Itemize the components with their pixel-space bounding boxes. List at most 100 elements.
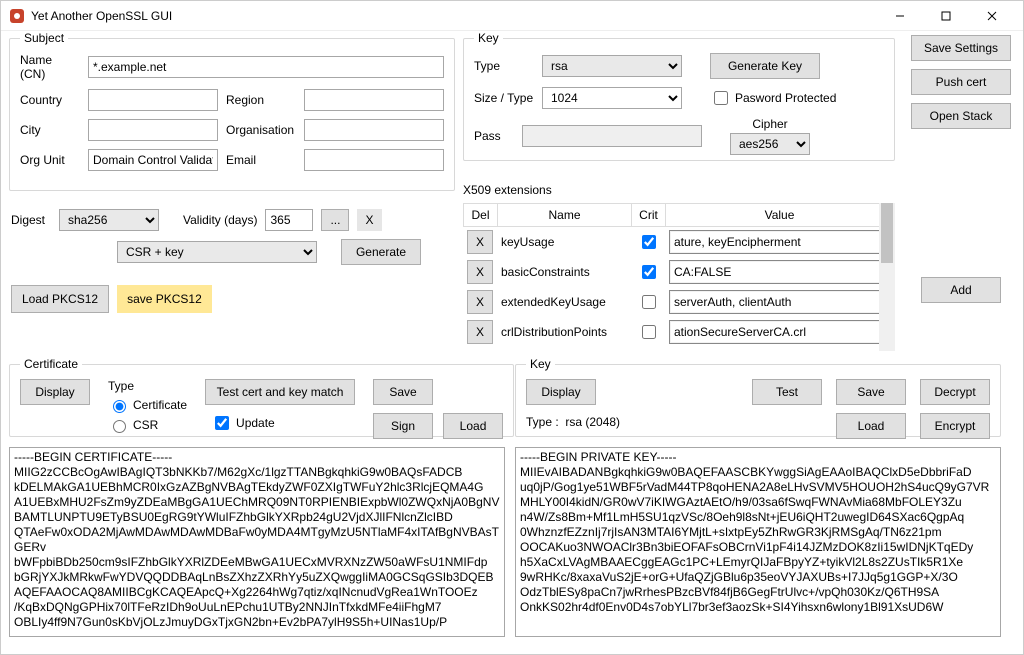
cipher-label: Cipher — [752, 117, 787, 131]
city-input[interactable] — [88, 119, 218, 141]
key-decrypt-button[interactable]: Decrypt — [920, 379, 990, 405]
cert-sign-button[interactable]: Sign — [373, 413, 433, 439]
key-legend: Key — [474, 31, 503, 45]
ext-value-input[interactable] — [669, 290, 889, 314]
key-type-value: rsa (2048) — [565, 415, 620, 429]
cert-type-label: Type — [108, 379, 187, 393]
key-display-button[interactable]: Display — [526, 379, 596, 405]
ext-row: XcrlDistributionPoints — [463, 317, 895, 347]
cert-load-button[interactable]: Load — [443, 413, 503, 439]
validity-input[interactable] — [265, 209, 313, 231]
country-input[interactable] — [88, 89, 218, 111]
pw-protected-checkbox[interactable] — [714, 91, 728, 105]
validity-browse-button[interactable]: ... — [321, 209, 349, 231]
country-label: Country — [20, 93, 80, 107]
app-window: Yet Another OpenSSL GUI Save Settings Pu… — [0, 0, 1024, 655]
key-group: Key Type rsa Generate Key Size / Type 10… — [463, 31, 895, 161]
close-button[interactable] — [969, 1, 1015, 31]
test-match-button[interactable]: Test cert and key match — [205, 379, 355, 405]
ext-row: XkeyUsage — [463, 227, 895, 257]
minimize-button[interactable] — [877, 1, 923, 31]
save-settings-button[interactable]: Save Settings — [911, 35, 1011, 61]
ext-name: basicConstraints — [497, 265, 631, 279]
title-bar: Yet Another OpenSSL GUI — [1, 1, 1023, 31]
ext-scroll-thumb[interactable] — [881, 203, 893, 263]
pass-input[interactable] — [522, 125, 702, 147]
cn-label: Name (CN) — [20, 53, 80, 81]
cert-legend: Certificate — [20, 357, 82, 371]
key-type-label: Type — [474, 59, 534, 73]
digest-label: Digest — [11, 213, 51, 227]
ext-col-del: Del — [464, 204, 498, 226]
ext-scrollbar[interactable] — [879, 203, 895, 351]
org-label: Organisation — [226, 123, 296, 137]
ext-del-button[interactable]: X — [467, 320, 493, 344]
key-encrypt-button[interactable]: Encrypt — [920, 413, 990, 439]
key-panel-legend: Key — [526, 357, 555, 371]
region-input[interactable] — [304, 89, 444, 111]
maximize-button[interactable] — [923, 1, 969, 31]
cert-panel: Certificate Display Type Certificate CSR… — [9, 357, 514, 437]
ext-del-button[interactable]: X — [467, 290, 493, 314]
cert-text-area[interactable]: -----BEGIN CERTIFICATE----- MIIG2zCCBcOg… — [9, 447, 505, 637]
validity-clear-button[interactable]: X — [357, 209, 381, 231]
ext-value-input[interactable] — [669, 260, 889, 284]
content-area: Save Settings Push cert Open Stack Subje… — [1, 31, 1023, 654]
cert-display-button[interactable]: Display — [20, 379, 90, 405]
key-size-label: Size / Type — [474, 91, 534, 105]
ext-col-crit: Crit — [632, 204, 666, 226]
ext-value-input[interactable] — [669, 230, 889, 254]
app-icon — [9, 8, 25, 24]
open-stack-button[interactable]: Open Stack — [911, 103, 1011, 129]
ext-row: XextendedKeyUsage — [463, 287, 895, 317]
key-type-select[interactable]: rsa — [542, 55, 682, 77]
ext-del-button[interactable]: X — [467, 260, 493, 284]
load-pkcs12-button[interactable]: Load PKCS12 — [11, 285, 109, 313]
org-input[interactable] — [304, 119, 444, 141]
orgunit-label: Org Unit — [20, 153, 80, 167]
ext-col-value: Value — [666, 204, 894, 226]
generate-button[interactable]: Generate — [341, 239, 421, 265]
ext-row: XbasicConstraints — [463, 257, 895, 287]
push-cert-button[interactable]: Push cert — [911, 69, 1011, 95]
ext-crit-checkbox[interactable] — [642, 265, 656, 279]
key-save-button[interactable]: Save — [836, 379, 906, 405]
key-size-select[interactable]: 1024 — [542, 87, 682, 109]
subject-legend: Subject — [20, 31, 68, 45]
ext-crit-checkbox[interactable] — [642, 295, 656, 309]
pw-protected-check[interactable]: Pasword Protected — [710, 88, 836, 108]
cert-type-cert[interactable]: Certificate — [108, 397, 187, 413]
key-test-button[interactable]: Test — [752, 379, 822, 405]
ext-table: Del Name Crit Value XkeyUsageXbasicConst… — [463, 203, 895, 351]
key-panel: Key Display Type : rsa (2048) Test Save … — [515, 357, 1001, 437]
ext-name: extendedKeyUsage — [497, 295, 631, 309]
update-check[interactable]: Update — [211, 413, 355, 433]
mode-select[interactable]: CSR + key — [117, 241, 317, 263]
subject-group: Subject Name (CN) Country Region City Or… — [9, 31, 455, 191]
generate-key-button[interactable]: Generate Key — [710, 53, 820, 79]
ext-header: Del Name Crit Value — [463, 203, 895, 227]
key-type-readonly-label: Type : — [526, 415, 559, 429]
ext-del-button[interactable]: X — [467, 230, 493, 254]
cn-input[interactable] — [88, 56, 444, 78]
city-label: City — [20, 123, 80, 137]
email-input[interactable] — [304, 149, 444, 171]
ext-value-input[interactable] — [669, 320, 889, 344]
ext-col-name: Name — [498, 204, 632, 226]
ext-label: X509 extensions — [463, 183, 895, 197]
key-load-button[interactable]: Load — [836, 413, 906, 439]
ext-crit-checkbox[interactable] — [642, 235, 656, 249]
window-title: Yet Another OpenSSL GUI — [31, 9, 877, 23]
ext-crit-checkbox[interactable] — [642, 325, 656, 339]
pass-label: Pass — [474, 129, 514, 143]
cipher-select[interactable]: aes256 — [730, 133, 810, 155]
digest-select[interactable]: sha256 — [59, 209, 159, 231]
cert-type-csr[interactable]: CSR — [108, 417, 187, 433]
save-pkcs12-button[interactable]: save PKCS12 — [117, 285, 212, 313]
region-label: Region — [226, 93, 296, 107]
orgunit-input[interactable] — [88, 149, 218, 171]
cert-save-button[interactable]: Save — [373, 379, 433, 405]
key-text-area[interactable]: -----BEGIN PRIVATE KEY----- MIIEvAIBADAN… — [515, 447, 1001, 637]
validity-label: Validity (days) — [183, 213, 257, 227]
ext-add-button[interactable]: Add — [921, 277, 1001, 303]
